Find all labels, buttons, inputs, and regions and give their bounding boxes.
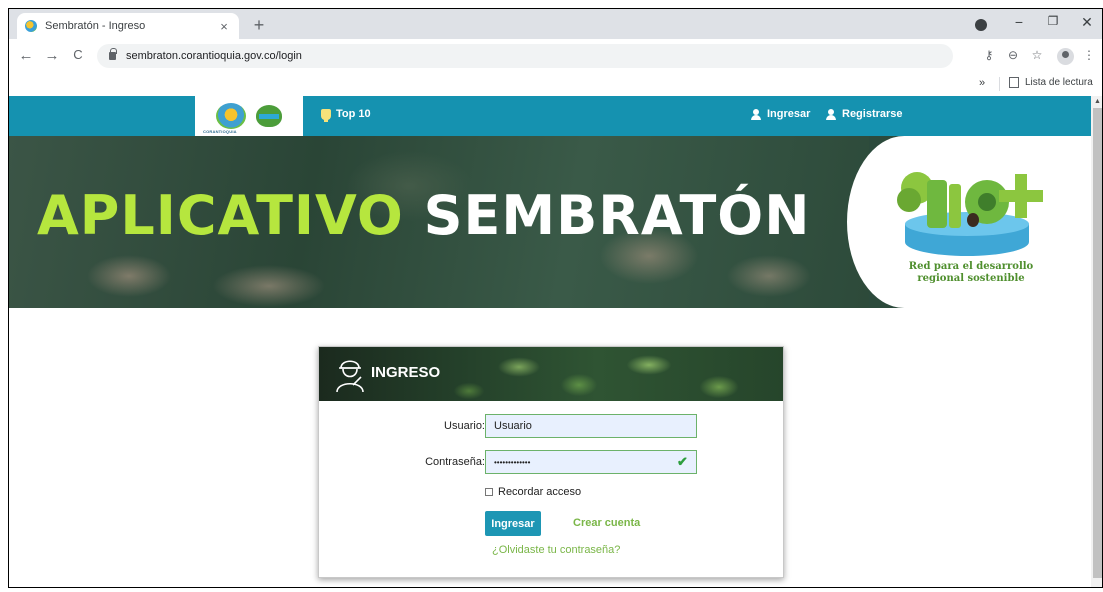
nav-register[interactable]: Registrarse: [826, 108, 903, 120]
page-scrollbar[interactable]: ▲: [1091, 96, 1102, 587]
heart-logo-icon: [256, 105, 282, 127]
browser-toolbar: ← → C sembraton.corantioquia.gov.co/logi…: [9, 39, 1102, 73]
username-label: Usuario:: [444, 420, 485, 432]
bio-tagline-line2: regional sostenible: [917, 273, 1025, 284]
password-label: Contraseña:: [425, 456, 485, 468]
browser-tab[interactable]: Sembratón - Ingreso ×: [17, 13, 239, 39]
restore-button[interactable]: ❐: [1043, 14, 1063, 28]
reading-list-label: Lista de lectura: [1025, 77, 1093, 88]
username-input[interactable]: Usuario: [485, 414, 697, 438]
password-row: Contraseña: ••••••••••••• ✔: [319, 450, 783, 476]
tab-close-icon[interactable]: ×: [217, 19, 231, 34]
menu-icon[interactable]: ⋮: [1081, 48, 1097, 62]
url-text: sembraton.corantioquia.gov.co/login: [126, 50, 302, 62]
hero-banner: APLICATIVO SEMBRATÓN Red para el desarro…: [9, 136, 1091, 308]
banner-title: APLICATIVO SEMBRATÓN: [37, 184, 810, 247]
bookmarks-bar: » Lista de lectura: [9, 73, 1102, 95]
valid-check-icon: ✔: [677, 454, 688, 469]
login-card-header: INGRESO: [319, 347, 783, 401]
remember-label: Recordar acceso: [498, 486, 582, 498]
corantioquia-logo-icon: [216, 103, 246, 129]
reading-list-button[interactable]: Lista de lectura: [1009, 77, 1093, 88]
banner-title-word2: SEMBRATÓN: [423, 184, 811, 247]
checkbox-box[interactable]: [485, 488, 493, 496]
favicon-icon: [25, 20, 37, 32]
minimize-button[interactable]: −: [1009, 14, 1029, 30]
close-window-button[interactable]: ✕: [1077, 14, 1097, 31]
forward-button[interactable]: →: [43, 47, 61, 64]
worker-icon: [336, 360, 364, 393]
lock-icon: [109, 48, 117, 60]
login-card: INGRESO Usuario: Usuario Contraseña: •••…: [318, 346, 784, 578]
nav-top10[interactable]: Top 10: [321, 108, 371, 122]
bio-plus-logo-icon: [897, 172, 1043, 256]
banner-title-word1: APLICATIVO: [37, 184, 404, 247]
scroll-up-icon[interactable]: ▲: [1094, 98, 1101, 105]
site-logo[interactable]: CORANTIOQUIA: [195, 96, 303, 136]
address-bar[interactable]: sembraton.corantioquia.gov.co/login: [97, 44, 953, 68]
nav-register-label: Registrarse: [842, 108, 903, 120]
nav-login[interactable]: Ingresar: [751, 108, 810, 120]
new-tab-button[interactable]: +: [249, 15, 269, 36]
bookmark-star-icon[interactable]: ☆: [1029, 48, 1045, 62]
login-heading: INGRESO: [371, 364, 441, 381]
password-input[interactable]: •••••••••••••: [485, 450, 697, 474]
user-add-icon: [751, 108, 762, 120]
tab-strip: Sembratón - Ingreso × + − ❐ ✕: [9, 9, 1102, 39]
remember-checkbox[interactable]: Recordar acceso: [485, 486, 581, 498]
extension-icon[interactable]: [975, 19, 987, 31]
trophy-icon: [321, 108, 331, 122]
logo-text: CORANTIOQUIA: [203, 129, 237, 134]
bookmarks-divider: [999, 77, 1000, 91]
forgot-password-link[interactable]: ¿Olvidaste tu contraseña?: [492, 544, 620, 556]
back-button[interactable]: ←: [17, 47, 35, 64]
bio-tagline-line1: Red para el desarrollo: [908, 261, 1034, 272]
browser-window: Sembratón - Ingreso × + − ❐ ✕ ← → C semb…: [8, 8, 1103, 588]
bio-logo-panel: Red para el desarrollo regional sostenib…: [847, 136, 1091, 308]
profile-avatar[interactable]: [1057, 48, 1074, 65]
create-account-link[interactable]: Crear cuenta: [573, 517, 640, 529]
scrollbar-thumb[interactable]: [1093, 108, 1102, 578]
key-icon[interactable]: ⚷: [981, 48, 997, 62]
nav-login-label: Ingresar: [767, 108, 811, 120]
reading-list-icon: [1009, 77, 1019, 88]
tab-title: Sembratón - Ingreso: [45, 20, 146, 32]
login-submit-button[interactable]: Ingresar: [485, 511, 541, 536]
page-viewport: CORANTIOQUIA Top 10 Ingresar Registrarse…: [9, 96, 1091, 587]
nav-top10-label: Top 10: [336, 108, 371, 120]
user-register-icon: [826, 108, 837, 120]
site-navbar: CORANTIOQUIA Top 10 Ingresar Registrarse: [9, 96, 1091, 136]
bookmarks-overflow-icon[interactable]: »: [979, 77, 985, 89]
bio-tagline: Red para el desarrollo regional sostenib…: [881, 261, 1061, 285]
username-row: Usuario: Usuario: [319, 414, 783, 440]
reload-button[interactable]: C: [69, 47, 87, 62]
zoom-icon[interactable]: ⊖: [1005, 48, 1021, 62]
